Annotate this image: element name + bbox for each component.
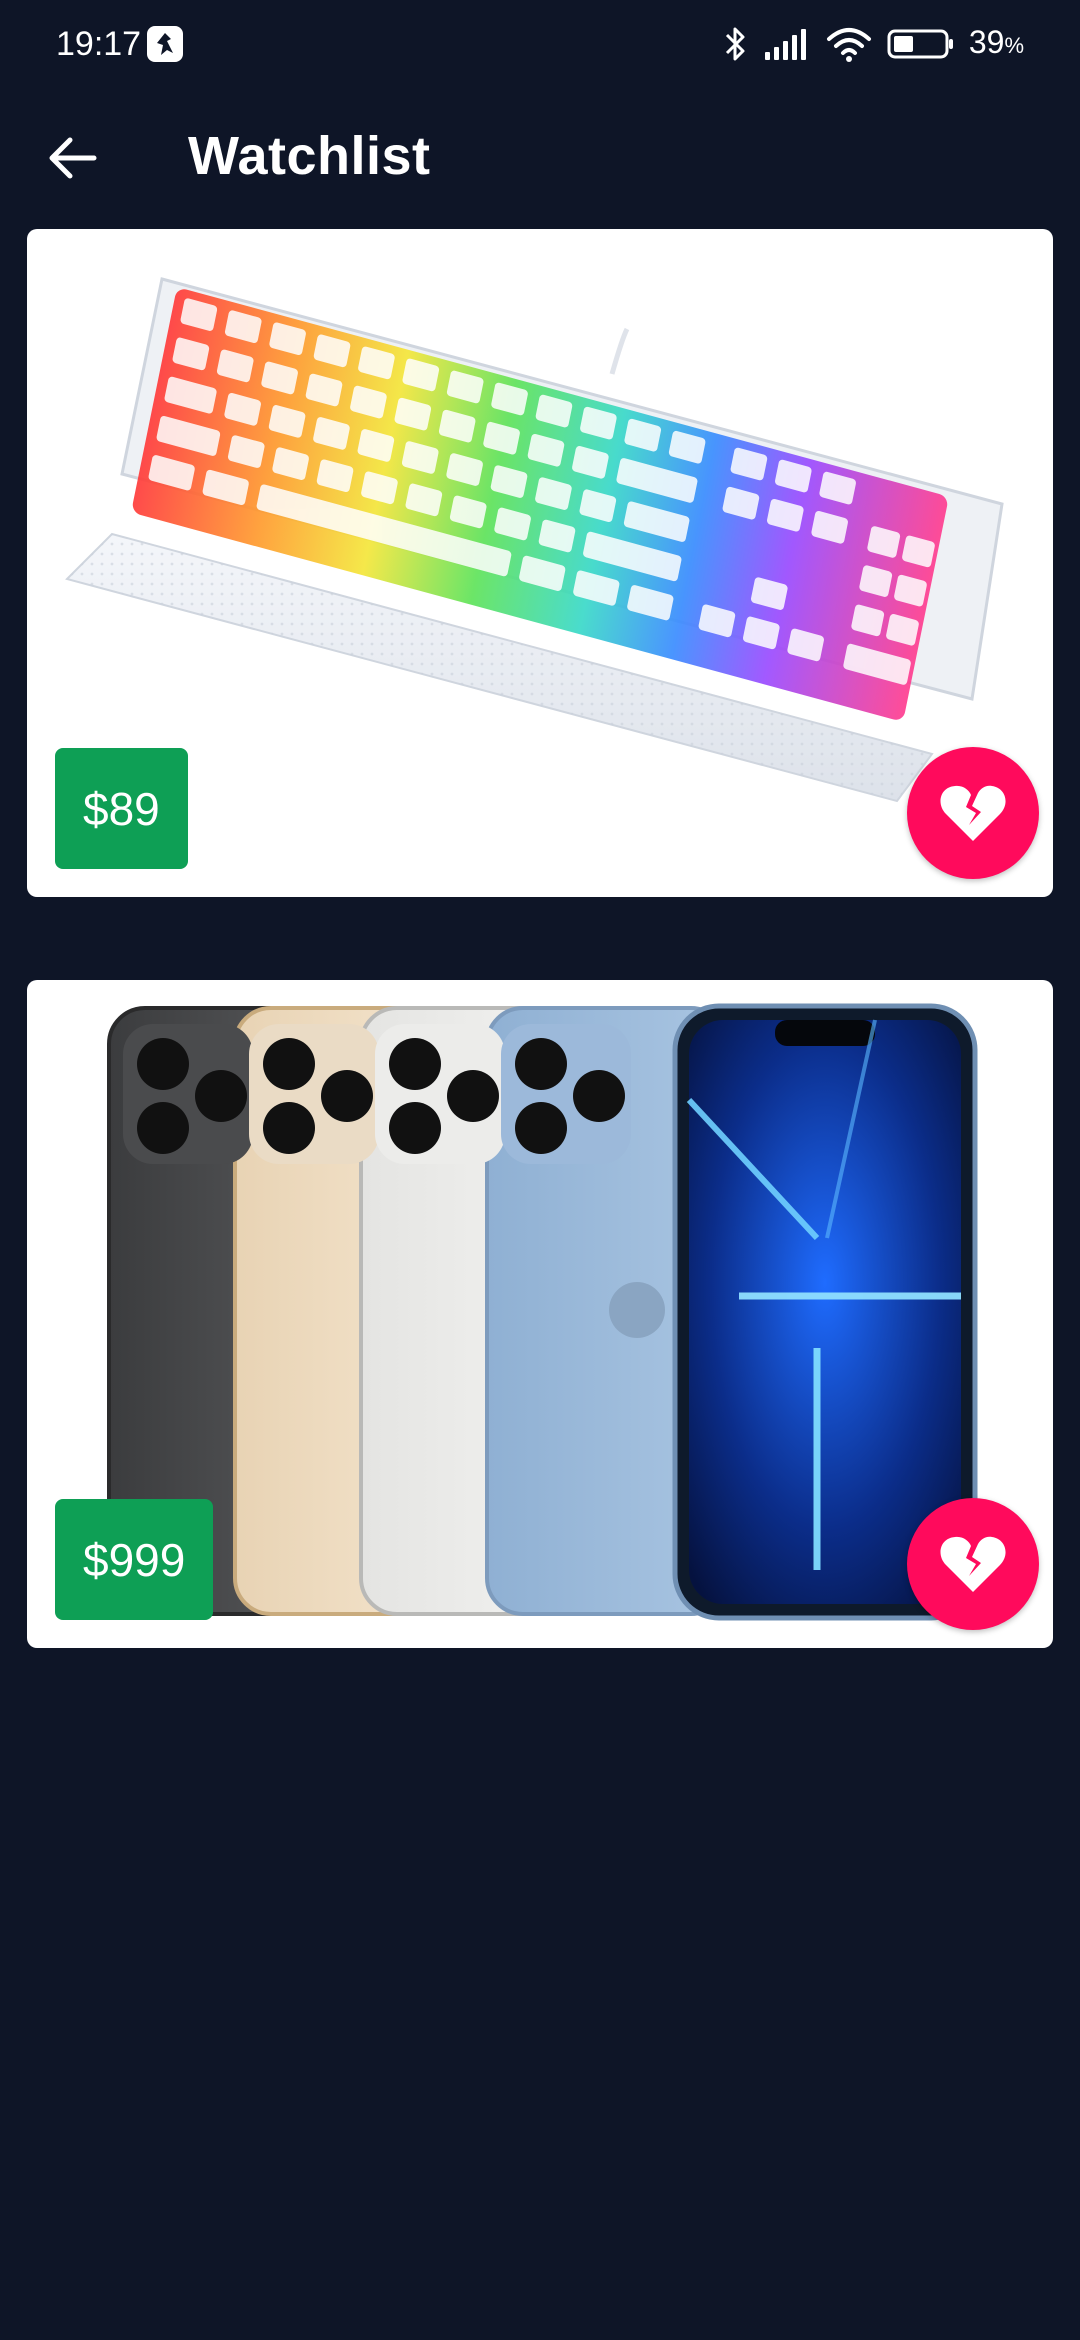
price-badge: $89 xyxy=(55,748,188,869)
remove-from-watchlist-button[interactable] xyxy=(907,1498,1039,1630)
app-notification-icon xyxy=(147,26,183,62)
battery-percent: 39% xyxy=(968,24,1024,60)
app-bar: Watchlist xyxy=(0,110,1080,198)
battery-percent-suffix: % xyxy=(1004,33,1024,58)
signal-icon xyxy=(764,29,806,60)
arrow-left-icon xyxy=(49,137,97,179)
bluetooth-icon xyxy=(725,27,745,61)
wifi-icon xyxy=(826,28,871,62)
broken-heart-icon xyxy=(940,785,1006,841)
broken-heart-icon xyxy=(940,1536,1006,1592)
status-bar: 19:17 39% xyxy=(0,0,1080,90)
back-button[interactable] xyxy=(36,122,108,194)
battery-icon xyxy=(887,29,953,59)
remove-from-watchlist-button[interactable] xyxy=(907,747,1039,879)
watchlist-screen: 19:17 39% Watchlist $89 $999 xyxy=(0,0,1080,2340)
watchlist-item-phones[interactable]: $999 xyxy=(27,980,1053,1648)
status-time: 19:17 xyxy=(56,25,142,63)
price-badge: $999 xyxy=(55,1499,214,1620)
status-icons: 39% xyxy=(723,22,1024,66)
watchlist-item-keyboard[interactable]: $89 xyxy=(27,229,1053,897)
page-title: Watchlist xyxy=(188,126,431,186)
